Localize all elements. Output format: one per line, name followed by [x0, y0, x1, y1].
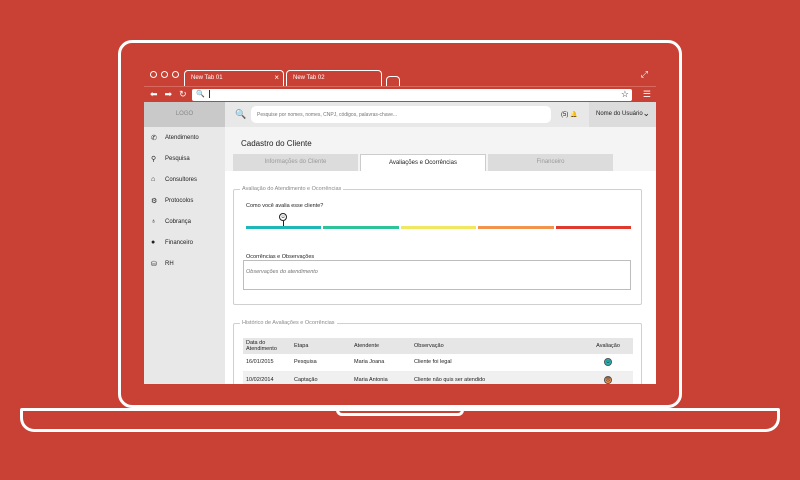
sidebar-item-protocolos[interactable]: ⚙ Protocolos	[144, 190, 225, 211]
sidebar-item-financeiro[interactable]: ● Financeiro	[144, 232, 225, 253]
sidebar-item-cobranca[interactable]: ♁ Cobrança	[144, 211, 225, 232]
cell-data: 10/02/2014	[243, 371, 291, 384]
search-icon: 🔍	[196, 91, 205, 98]
close-icon[interactable]: ×	[274, 73, 279, 82]
table-row[interactable]: 10/02/2014 Captação Maria Antonia Client…	[243, 371, 633, 384]
occurrences-textarea[interactable]	[243, 260, 631, 290]
rating-question: Como você avalia esse cliente?	[246, 203, 324, 209]
sidebar-item-consultores[interactable]: ⌂ Consultores	[144, 169, 225, 190]
browser-tab-1[interactable]: New Tab 01 ×	[184, 70, 284, 86]
user-name: Nome do Usuário	[596, 111, 643, 117]
url-input[interactable]: 🔍 ☆	[192, 89, 632, 101]
rating-handle-smiley-icon[interactable]: ☺	[279, 213, 287, 221]
table-row[interactable]: 16/01/2015 Pesquisa Maria Joana Cliente …	[243, 354, 633, 372]
column-header: Data do Atendimento	[243, 338, 291, 354]
column-header: Avaliação	[583, 338, 633, 354]
window-close-dot[interactable]	[150, 71, 157, 78]
browser-tab-label: New Tab 01	[191, 75, 223, 81]
rating-segment[interactable]	[555, 226, 632, 229]
cell-observacao: Cliente não quis ser atendido	[411, 371, 583, 384]
search-icon: ⚲	[151, 155, 157, 163]
sidebar-item-label: Financeiro	[165, 239, 194, 246]
phone-icon: ✆	[151, 134, 157, 142]
laptop-screen: New Tab 01 × New Tab 02 ⤢ ⬅ ➡ ↻ 🔍 ☆ ☰ LO…	[144, 64, 656, 384]
cell-observacao: Cliente foi legal	[411, 354, 583, 372]
cell-avaliacao: ☺	[583, 354, 633, 372]
cell-atendente: Maria Joana	[351, 354, 411, 372]
history-table: Data do Atendimento Etapa Atendente Obse…	[243, 338, 633, 384]
expand-icon[interactable]: ⤢	[641, 69, 648, 80]
rating-segment[interactable]	[246, 226, 322, 229]
chevron-down-icon: ⌄	[642, 108, 650, 118]
page-title: Cadastro do Cliente	[241, 139, 312, 148]
sidebar-item-label: Atendimento	[165, 134, 199, 141]
browser-address-bar: ⬅ ➡ ↻ 🔍 ☆ ☰	[144, 86, 656, 102]
column-header: Etapa	[291, 338, 351, 354]
sidebar-item-label: Cobrança	[165, 218, 192, 225]
home-icon: ⌂	[151, 176, 156, 183]
back-arrow-icon[interactable]: ⬅	[150, 89, 158, 100]
laptop-notch	[336, 408, 464, 416]
forward-arrow-icon[interactable]: ➡	[165, 89, 173, 100]
tab-financeiro[interactable]: Financeiro	[488, 154, 613, 171]
hamburger-menu-icon[interactable]: ☰	[643, 89, 651, 100]
main-content: Cadastro do Cliente Informações do Clien…	[225, 127, 656, 384]
column-header: Observação	[411, 338, 583, 354]
app-container: LOGO ✆ Atendimento ⚲ Pesquisa ⌂ Consulto…	[144, 102, 656, 384]
tab-panel: Avaliação do Atendimento e Ocorrências C…	[225, 171, 656, 384]
page-tabs: Informações do Cliente Avaliações e Ocor…	[233, 154, 613, 172]
cell-avaliacao: ☹	[583, 371, 633, 384]
sidebar-item-pesquisa[interactable]: ⚲ Pesquisa	[144, 148, 225, 169]
browser-tab-2[interactable]: New Tab 02	[286, 70, 382, 86]
window-controls	[150, 71, 179, 78]
search-icon: 🔍	[235, 109, 247, 119]
search-input[interactable]	[251, 106, 551, 123]
logo: LOGO	[144, 102, 225, 127]
table-header-row: Data do Atendimento Etapa Atendente Obse…	[243, 338, 633, 354]
sidebar-item-label: Pesquisa	[165, 155, 190, 162]
bell-icon: 🔔	[570, 112, 578, 118]
tab-avaliacoes-ocorrencias[interactable]: Avaliações e Ocorrências	[360, 154, 486, 172]
app-top-bar: 🔍 (5) 🔔 Nome do Usuário ⌄	[225, 102, 656, 127]
user-menu[interactable]: Nome do Usuário ⌄	[589, 102, 656, 127]
history-fieldset: Histórico de Avaliações e Ocorrências Da…	[233, 320, 642, 384]
notification-count: (5)	[561, 112, 569, 118]
fieldset-legend: Histórico de Avaliações e Ocorrências	[240, 320, 337, 326]
text-caret	[208, 90, 210, 99]
tab-informacoes-cliente[interactable]: Informações do Cliente	[233, 154, 358, 171]
gear-icon: ⚙	[151, 197, 158, 205]
evaluation-fieldset: Avaliação do Atendimento e Ocorrências C…	[233, 186, 642, 305]
reload-icon[interactable]: ↻	[179, 89, 187, 100]
browser-tab-bar: New Tab 01 × New Tab 02 ⤢	[144, 64, 656, 86]
browser-tab-label: New Tab 02	[293, 75, 325, 81]
cell-etapa: Captação	[291, 371, 351, 384]
notifications[interactable]: (5) 🔔	[561, 111, 578, 118]
window-maximize-dot[interactable]	[172, 71, 179, 78]
sidebar: LOGO ✆ Atendimento ⚲ Pesquisa ⌂ Consulto…	[144, 102, 225, 384]
smiley-sad-icon: ☹	[604, 375, 612, 384]
rating-segment[interactable]	[478, 226, 554, 229]
rating-segment[interactable]	[400, 226, 477, 229]
sidebar-item-label: RH	[165, 260, 174, 267]
sidebar-item-label: Protocolos	[165, 197, 194, 204]
cell-atendente: Maria Antonia	[351, 371, 411, 384]
database-icon: ⛁	[151, 260, 157, 268]
sidebar-item-label: Consultores	[165, 176, 198, 183]
sidebar-item-rh[interactable]: ⛁ RH	[144, 253, 225, 274]
money-bag-icon: ♁	[151, 218, 157, 225]
smiley-happy-icon: ☺	[604, 358, 612, 367]
rating-slider[interactable]	[246, 226, 632, 229]
browser-nav-buttons: ⬅ ➡ ↻	[150, 89, 187, 100]
window-minimize-dot[interactable]	[161, 71, 168, 78]
star-icon[interactable]: ☆	[621, 89, 629, 100]
fieldset-legend: Avaliação do Atendimento e Ocorrências	[240, 186, 344, 192]
dollar-icon: ●	[151, 239, 156, 246]
column-header: Atendente	[351, 338, 411, 354]
cell-data: 16/01/2015	[243, 354, 291, 372]
cell-etapa: Pesquisa	[291, 354, 351, 372]
rating-segment[interactable]	[323, 226, 399, 229]
new-tab-button[interactable]	[386, 76, 400, 86]
sidebar-item-atendimento[interactable]: ✆ Atendimento	[144, 127, 225, 148]
